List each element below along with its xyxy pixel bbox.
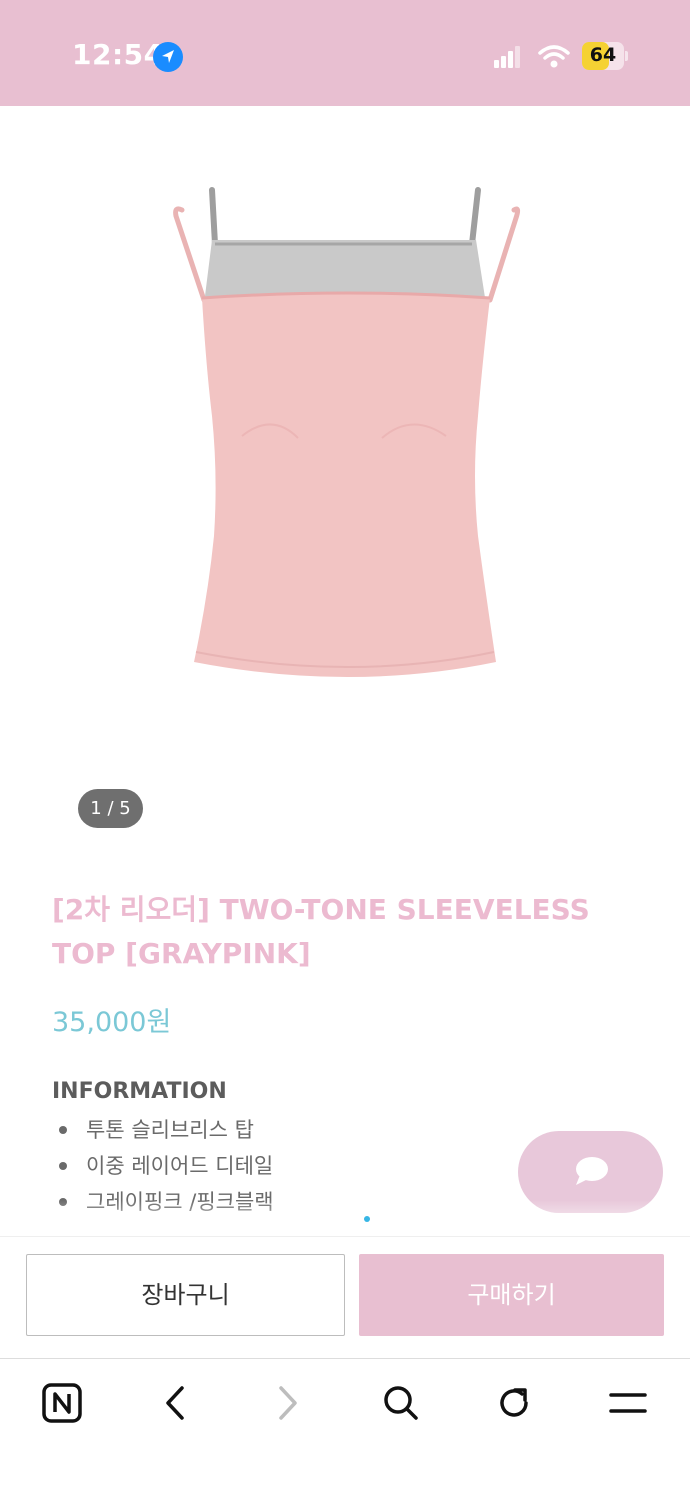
search-icon xyxy=(384,1386,418,1420)
back-button[interactable] xyxy=(145,1377,205,1429)
reload-button[interactable] xyxy=(484,1377,544,1429)
wifi-icon xyxy=(538,45,570,68)
status-bar: 12:54 64 xyxy=(0,0,690,106)
menu-button[interactable] xyxy=(598,1377,658,1429)
naver-home-icon xyxy=(42,1383,82,1423)
forward-button[interactable] xyxy=(258,1377,318,1429)
product-title: [2차 리오더] TWO-TONE SLEEVELESS TOP [GRAYPI… xyxy=(52,893,590,970)
sparkle-dot xyxy=(364,1216,370,1222)
reload-icon xyxy=(500,1388,528,1417)
info-item: 이중 레이어드 디테일 xyxy=(52,1148,274,1184)
menu-icon xyxy=(609,1393,647,1413)
info-item: 투톤 슬리브리스 탑 xyxy=(52,1112,274,1148)
product-photo xyxy=(173,187,521,677)
location-arrow-icon xyxy=(153,42,183,72)
content-fade xyxy=(0,1200,690,1236)
battery-level: 64 xyxy=(589,44,617,66)
product-image-gallery[interactable] xyxy=(0,106,690,856)
purchase-bar: 장바구니 구매하기 xyxy=(0,1236,690,1360)
back-icon xyxy=(166,1386,184,1420)
forward-icon xyxy=(279,1386,297,1420)
battery-icon: 64 xyxy=(582,42,628,70)
buy-now-button[interactable]: 구매하기 xyxy=(359,1254,664,1336)
info-heading: INFORMATION xyxy=(52,1079,227,1104)
status-time: 12:54 xyxy=(72,38,164,71)
browser-toolbar xyxy=(0,1358,690,1500)
add-to-cart-button[interactable]: 장바구니 xyxy=(26,1254,345,1336)
product-price: 35,000원 xyxy=(52,1007,172,1038)
image-counter: 1 / 5 xyxy=(78,789,143,828)
chat-bubble-icon xyxy=(576,1157,608,1185)
search-button[interactable] xyxy=(371,1377,431,1429)
cellular-signal-icon xyxy=(494,46,520,68)
naver-home-button[interactable] xyxy=(32,1377,92,1429)
